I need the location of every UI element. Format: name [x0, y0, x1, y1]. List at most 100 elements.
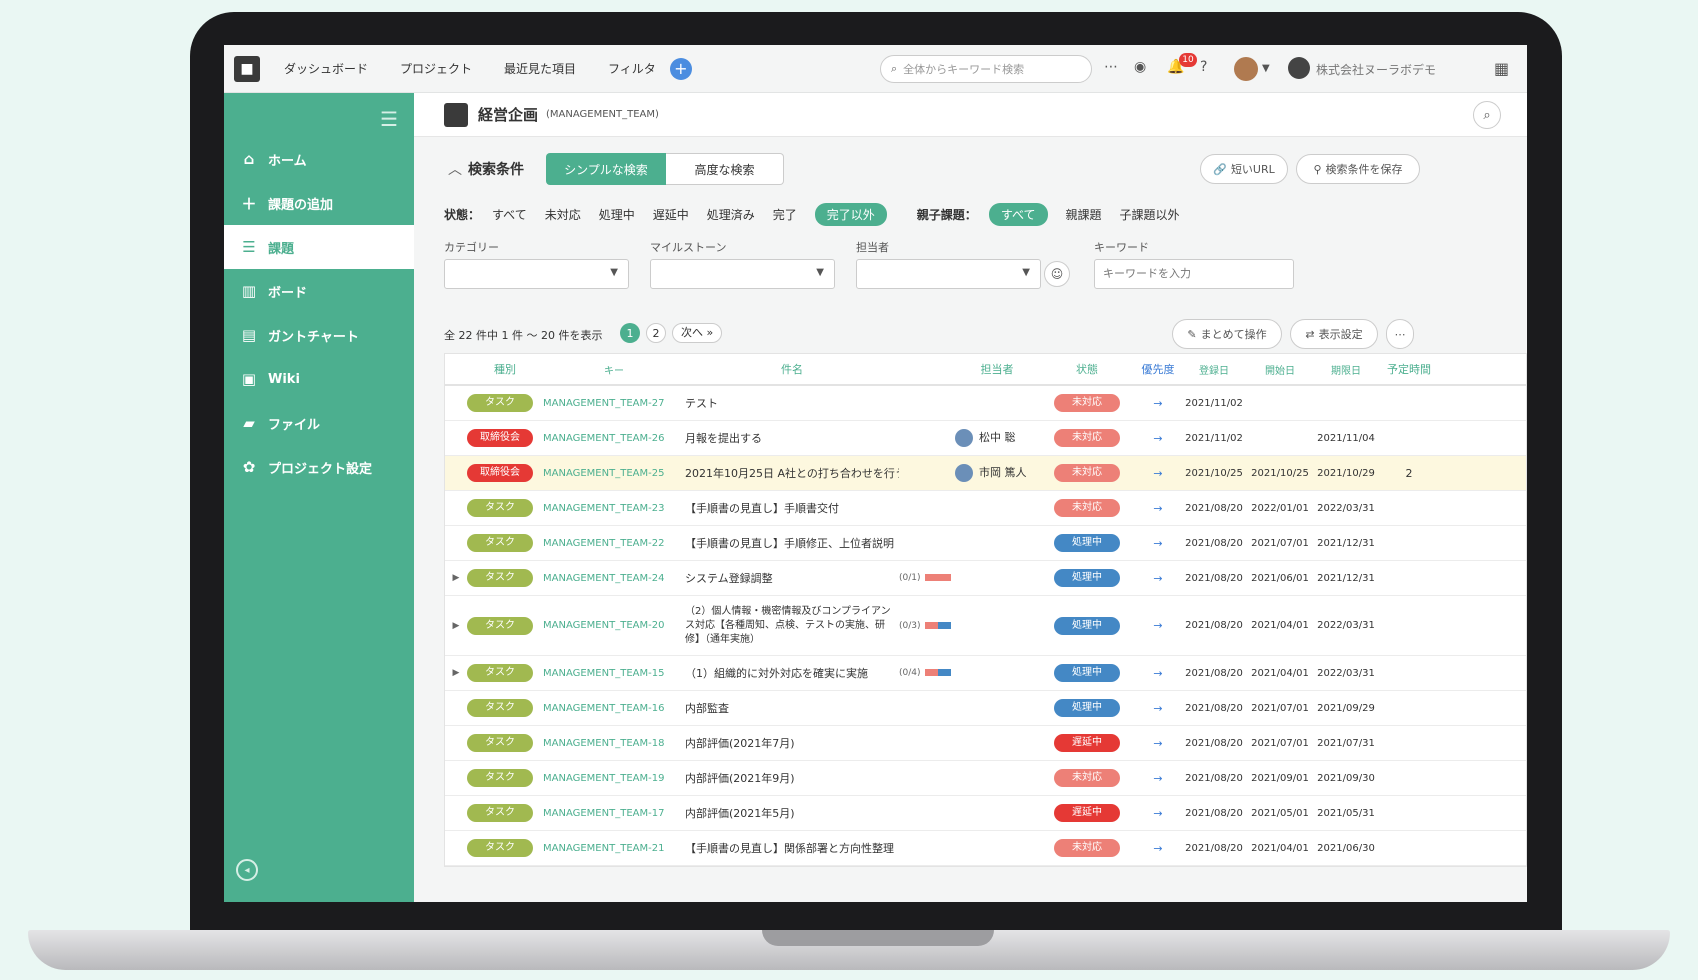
issue-key-link[interactable]: MANAGEMENT_TEAM-25	[543, 468, 685, 479]
assign-me-icon[interactable]: ☺	[1044, 261, 1070, 287]
issue-subject[interactable]: （1）組織的に対外対応を確実に実施	[685, 665, 899, 681]
add-plus-icon[interactable]: +	[669, 57, 692, 80]
help-icon[interactable]: ?	[1200, 59, 1207, 75]
parent-option-parent[interactable]: 親課題	[1066, 206, 1102, 223]
header-subject[interactable]: 件名	[685, 361, 899, 377]
header-start[interactable]: 開始日	[1247, 362, 1313, 377]
sidebar-item-files[interactable]: ▰ ファイル	[224, 401, 414, 445]
issue-key-link[interactable]: MANAGEMENT_TEAM-15	[543, 668, 685, 679]
expand-caret-icon[interactable]: ▶	[445, 573, 467, 583]
sidebar-item-issues[interactable]: ☰ 課題	[224, 225, 414, 269]
table-row[interactable]: タスク MANAGEMENT_TEAM-19 内部評価(2021年9月) 未対応 → 20…	[445, 761, 1526, 796]
nav-filter[interactable]: フィルタ	[600, 60, 664, 77]
table-row[interactable]: 取締役会 MANAGEMENT_TEAM-26 月報を提出する 松中 聡 未対応 → 202…	[445, 421, 1526, 456]
issue-subject[interactable]: システム登録調整	[685, 570, 899, 586]
sidebar-item-home[interactable]: ⌂ ホーム	[224, 137, 414, 181]
header-status[interactable]: 状態	[1039, 361, 1135, 377]
table-row[interactable]: タスク MANAGEMENT_TEAM-22 【手順書の見直し】手順修正、上位者説明…	[445, 526, 1526, 561]
more-icon[interactable]: ⋯	[1104, 59, 1118, 75]
issue-key-link[interactable]: MANAGEMENT_TEAM-22	[543, 538, 685, 549]
header-priority[interactable]: 優先度	[1135, 361, 1181, 377]
user-avatar[interactable]	[1234, 57, 1258, 81]
project-search-icon[interactable]: ⌕	[1473, 101, 1501, 129]
table-row[interactable]: ▶ タスク MANAGEMENT_TEAM-15 （1）組織的に対外対応を確実に実施(…	[445, 656, 1526, 691]
header-due[interactable]: 期限日	[1313, 362, 1379, 377]
sidebar-item-wiki[interactable]: ▣ Wiki	[224, 357, 414, 401]
menu-icon[interactable]: ☰	[380, 107, 398, 131]
search-conditions-toggle[interactable]: ︿ 検索条件	[448, 159, 524, 179]
expand-caret-icon[interactable]: ▶	[445, 668, 467, 678]
header-created[interactable]: 登録日	[1181, 362, 1247, 377]
status-option-all[interactable]: すべて	[492, 206, 527, 223]
issue-subject[interactable]: 内部監査	[685, 700, 899, 716]
app-logo[interactable]: ■	[234, 55, 260, 82]
table-row[interactable]: タスク MANAGEMENT_TEAM-27 テスト 未対応 → 2021/11/02	[445, 386, 1526, 421]
issue-subject[interactable]: 内部評価(2021年5月)	[685, 805, 899, 821]
issue-subject[interactable]: 【手順書の見直し】手順書交付	[685, 500, 899, 516]
save-conditions-button[interactable]: ⚲ 検索条件を保存	[1296, 154, 1420, 184]
assignee-select[interactable]	[856, 259, 1041, 289]
nav-dashboard[interactable]: ダッシュボード	[276, 60, 376, 77]
table-row[interactable]: タスク MANAGEMENT_TEAM-17 内部評価(2021年5月) 遅延中 → 20…	[445, 796, 1526, 831]
header-type[interactable]: 種別	[467, 361, 543, 377]
sidebar-item-board[interactable]: ▥ ボード	[224, 269, 414, 313]
parent-option-all[interactable]: すべて	[988, 203, 1048, 226]
sidebar-item-add-issue[interactable]: ＋ 課題の追加	[224, 181, 414, 225]
header-assignee[interactable]: 担当者	[955, 361, 1039, 377]
issue-key-link[interactable]: MANAGEMENT_TEAM-17	[543, 808, 685, 819]
milestone-select[interactable]	[650, 259, 835, 289]
nav-recent[interactable]: 最近見た項目	[496, 60, 584, 77]
issue-key-link[interactable]: MANAGEMENT_TEAM-23	[543, 503, 685, 514]
issue-subject[interactable]: 内部評価(2021年7月)	[685, 735, 899, 751]
status-option-open[interactable]: 未対応	[545, 206, 581, 223]
sidebar-collapse-icon[interactable]: ◂	[236, 859, 258, 881]
issue-key-link[interactable]: MANAGEMENT_TEAM-21	[543, 843, 685, 854]
header-key[interactable]: キー	[543, 362, 685, 377]
project-title[interactable]: 経営企画	[478, 104, 538, 125]
sidebar-item-gantt[interactable]: ▤ ガントチャート	[224, 313, 414, 357]
issue-subject[interactable]: 【手順書の見直し】関係部署と方向性整理	[685, 840, 899, 856]
global-search-input[interactable]: ⌕ 全体からキーワード検索	[880, 55, 1092, 83]
apps-grid-icon[interactable]: ▦	[1494, 59, 1509, 78]
issue-subject[interactable]: （2）個人情報・機密情報及びコンプライアンス対応【各種周知、点検、テストの実施、…	[685, 605, 899, 647]
status-option-resolved[interactable]: 処理済み	[707, 206, 755, 223]
issue-subject[interactable]: 内部評価(2021年9月)	[685, 770, 899, 786]
display-settings-button[interactable]: ⇄ 表示設定	[1290, 319, 1378, 349]
parent-option-not-child[interactable]: 子課題以外	[1120, 206, 1180, 223]
table-row[interactable]: タスク MANAGEMENT_TEAM-23 【手順書の見直し】手順書交付 未対応 → 2…	[445, 491, 1526, 526]
table-row[interactable]: タスク MANAGEMENT_TEAM-16 内部監査 処理中 → 2021/08/20 2…	[445, 691, 1526, 726]
chevron-down-icon[interactable]: ▼	[1262, 63, 1270, 74]
status-option-not-closed[interactable]: 完了以外	[814, 203, 887, 226]
header-estimate[interactable]: 予定時間	[1379, 361, 1439, 377]
table-row[interactable]: 取締役会 MANAGEMENT_TEAM-25 2021年10月25日 A社との打ち…	[445, 456, 1526, 491]
issue-subject[interactable]: 【手順書の見直し】手順修正、上位者説明	[685, 535, 899, 551]
issue-key-link[interactable]: MANAGEMENT_TEAM-24	[543, 573, 685, 584]
table-row[interactable]: タスク MANAGEMENT_TEAM-18 内部評価(2021年7月) 遅延中 → 20…	[445, 726, 1526, 761]
table-row[interactable]: タスク MANAGEMENT_TEAM-21 【手順書の見直し】関係部署と方向性整理…	[445, 831, 1526, 866]
next-page-button[interactable]: 次へ »	[672, 323, 723, 343]
bulk-edit-button[interactable]: ✎ まとめて操作	[1172, 319, 1282, 349]
issue-key-link[interactable]: MANAGEMENT_TEAM-26	[543, 433, 685, 444]
advanced-search-tab[interactable]: 高度な検索	[666, 153, 784, 185]
sidebar-item-settings[interactable]: ✿ プロジェクト設定	[224, 445, 414, 489]
more-options-icon[interactable]: ⋯	[1386, 319, 1414, 349]
status-option-delayed[interactable]: 遅延中	[653, 206, 689, 223]
issue-key-link[interactable]: MANAGEMENT_TEAM-16	[543, 703, 685, 714]
issue-key-link[interactable]: MANAGEMENT_TEAM-19	[543, 773, 685, 784]
short-url-button[interactable]: 🔗 短いURL	[1200, 154, 1288, 184]
company-name[interactable]: 株式会社ヌーラボデモ	[1316, 61, 1436, 78]
keyword-input[interactable]	[1094, 259, 1294, 289]
page-2-button[interactable]: 2	[646, 323, 666, 343]
issue-key-link[interactable]: MANAGEMENT_TEAM-20	[543, 620, 685, 631]
status-option-in-progress[interactable]: 処理中	[599, 206, 635, 223]
issue-key-link[interactable]: MANAGEMENT_TEAM-27	[543, 398, 685, 409]
issue-key-link[interactable]: MANAGEMENT_TEAM-18	[543, 738, 685, 749]
issue-subject[interactable]: 月報を提出する	[685, 430, 899, 446]
watch-icon[interactable]: ◉	[1134, 59, 1146, 75]
expand-caret-icon[interactable]: ▶	[445, 621, 467, 631]
issue-subject[interactable]: テスト	[685, 395, 899, 411]
page-1-button[interactable]: 1	[620, 323, 640, 343]
simple-search-tab[interactable]: シンプルな検索	[546, 153, 666, 185]
status-option-closed[interactable]: 完了	[773, 206, 797, 223]
nav-projects[interactable]: プロジェクト	[392, 60, 480, 77]
